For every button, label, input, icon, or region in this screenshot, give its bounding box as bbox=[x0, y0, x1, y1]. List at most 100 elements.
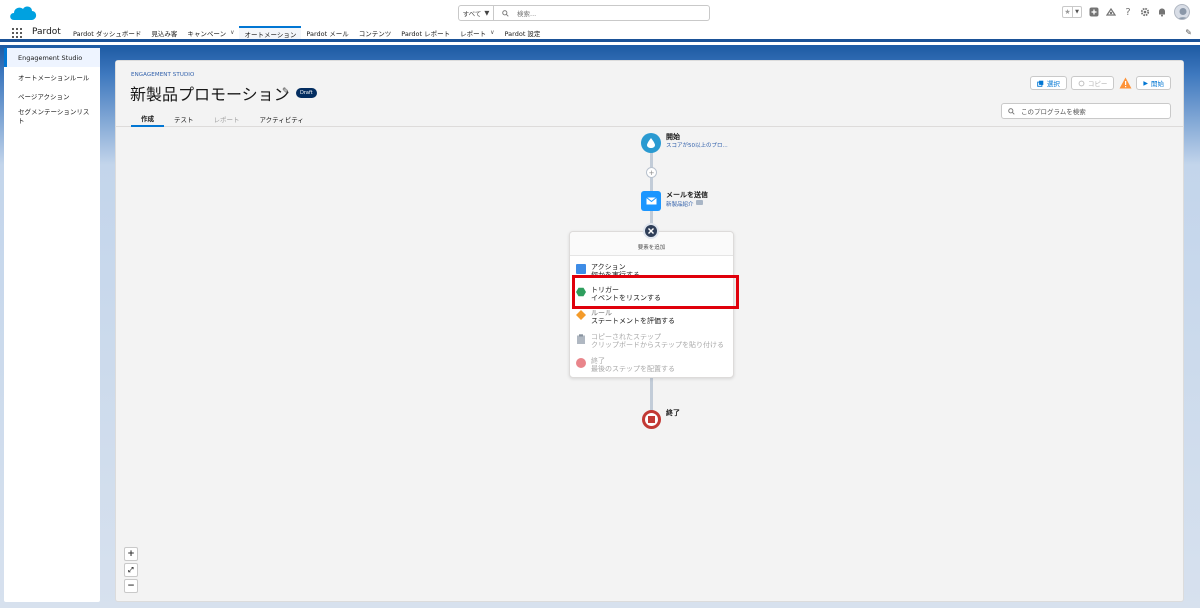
nav-item-label: キャンペーン bbox=[187, 29, 227, 38]
program-search-input[interactable]: このプログラムを検索 bbox=[1001, 103, 1171, 119]
rule-diamond-icon bbox=[576, 310, 586, 320]
nav-item-label: 見込み客 bbox=[151, 29, 178, 38]
page-eyebrow: ENGAGEMENT STUDIO bbox=[131, 72, 195, 78]
send-email-label: メールを送信 bbox=[666, 191, 708, 199]
status-badge: Draft bbox=[296, 88, 317, 98]
clipboard-icon bbox=[577, 334, 585, 344]
engagement-canvas[interactable]: + 開始 スコアが50以上のプロ... メールを送信 新製品紹介 要素を追加 ア… bbox=[116, 127, 1183, 603]
header-actions: 選択 コピー ▶ 開始 bbox=[1029, 76, 1171, 90]
nav-item-label: Pardot ダッシュボード bbox=[73, 29, 142, 38]
caret-down-icon: ▼ bbox=[484, 9, 490, 17]
trigger-highlight-box bbox=[572, 275, 739, 309]
program-tabs: 作成 テスト レポート アクティビティ bbox=[131, 111, 314, 127]
star-icon[interactable]: ★ bbox=[1063, 7, 1072, 17]
end-node-label: 終了 bbox=[666, 409, 680, 417]
nav-item-reports[interactable]: レポート ∨ bbox=[455, 26, 499, 39]
search-input[interactable]: 検索... bbox=[494, 5, 710, 21]
app-launcher-icon[interactable] bbox=[12, 28, 22, 38]
sidebar-item-automation-rules[interactable]: オートメーションルール bbox=[4, 67, 100, 86]
sidebar-item-label: ページアクション bbox=[18, 92, 70, 101]
nav-item-label: レポート bbox=[460, 29, 487, 38]
nav-item-automation[interactable]: オートメーション bbox=[239, 26, 302, 39]
program-search-placeholder: このプログラムを検索 bbox=[1021, 108, 1086, 116]
caret-down-icon[interactable]: ▼ bbox=[1072, 7, 1081, 17]
app-name: Pardot bbox=[32, 27, 61, 37]
user-avatar[interactable] bbox=[1174, 4, 1190, 20]
menu-item-title: ルール bbox=[591, 309, 612, 317]
help-icon[interactable]: ? bbox=[1123, 7, 1133, 18]
nav-item-content[interactable]: コンテンツ bbox=[354, 26, 397, 39]
nav-item-prospects[interactable]: 見込み客 bbox=[146, 26, 182, 39]
warning-icon[interactable] bbox=[1118, 76, 1132, 90]
menu-item-title: アクション bbox=[591, 263, 626, 271]
menu-item-copied-step[interactable]: コピーされたステップ クリップボードからステップを貼り付ける bbox=[576, 333, 724, 349]
nav-item-label: Pardot メール bbox=[306, 29, 349, 38]
play-icon: ▶ bbox=[1143, 79, 1148, 87]
edit-title-pencil-icon[interactable]: ✎ bbox=[282, 87, 290, 97]
search-icon bbox=[1008, 107, 1015, 115]
search-scope-select[interactable]: すべて ▼ bbox=[458, 5, 494, 21]
main-panel: ENGAGEMENT STUDIO 新製品プロモーション ✎ Draft 作成 … bbox=[115, 60, 1184, 602]
send-email-node[interactable] bbox=[641, 191, 661, 211]
avatar-icon bbox=[1177, 8, 1189, 19]
gear-icon[interactable] bbox=[1140, 7, 1150, 17]
zoom-out-button[interactable]: − bbox=[124, 579, 138, 593]
menu-item-desc: 最後のステップを配置する bbox=[591, 365, 675, 373]
start-node-sub: スコアが50以上のプロ... bbox=[666, 143, 728, 149]
nav-item-label: Pardot 設定 bbox=[504, 29, 541, 38]
nav-item-campaigns[interactable]: キャンペーン ∨ bbox=[182, 26, 239, 39]
tab-activity[interactable]: アクティビティ bbox=[250, 111, 314, 127]
nav-item-label: Pardot レポート bbox=[401, 29, 451, 38]
select-button[interactable]: 選択 bbox=[1029, 76, 1067, 90]
nav-item-label: オートメーション bbox=[244, 30, 297, 39]
sidebar-item-label: Engagement Studio bbox=[18, 53, 83, 62]
flow-connector bbox=[650, 378, 653, 414]
favorites-control[interactable]: ★ ▼ bbox=[1062, 6, 1082, 18]
tab-report[interactable]: レポート bbox=[204, 111, 250, 127]
tab-test[interactable]: テスト bbox=[164, 111, 204, 127]
drop-icon bbox=[647, 138, 655, 148]
sidebar-item-label: セグメンテーションリスト bbox=[18, 108, 90, 125]
sidebar-item-label: オートメーションルール bbox=[18, 73, 90, 82]
zoom-in-button[interactable]: + bbox=[124, 547, 138, 561]
edit-nav-pencil-icon[interactable]: ✎ bbox=[1185, 28, 1192, 37]
zoom-fit-button[interactable]: ⤢ bbox=[124, 563, 138, 577]
menu-item-desc: ステートメントを評価する bbox=[591, 317, 675, 325]
action-icon bbox=[576, 264, 586, 274]
chevron-down-icon[interactable]: ∨ bbox=[490, 29, 494, 36]
search-placeholder: 検索... bbox=[517, 10, 537, 18]
sidebar-item-engagement-studio[interactable]: Engagement Studio bbox=[4, 48, 100, 67]
global-search: すべて ▼ 検索... bbox=[458, 5, 710, 21]
add-step-plus-icon[interactable]: + bbox=[646, 167, 657, 178]
email-preview-icon[interactable] bbox=[696, 200, 703, 205]
zoom-controls: + ⤢ − bbox=[124, 547, 138, 593]
salesforce-logo-icon[interactable] bbox=[8, 3, 38, 23]
copy-button-label: コピー bbox=[1087, 80, 1108, 88]
trailhead-icon[interactable] bbox=[1106, 7, 1116, 17]
tab-build[interactable]: 作成 bbox=[131, 111, 164, 127]
menu-item-rule[interactable]: ルール ステートメントを評価する bbox=[576, 309, 675, 325]
nav-item-pardot-dashboard[interactable]: Pardot ダッシュボード bbox=[68, 26, 146, 39]
nav-item-pardot-settings[interactable]: Pardot 設定 bbox=[500, 26, 546, 39]
search-icon bbox=[502, 9, 509, 17]
select-button-label: 選択 bbox=[1046, 80, 1060, 88]
app-nav-bar: Pardot Pardot ダッシュボード 見込み客 キャンペーン ∨ オートメー… bbox=[0, 26, 1200, 42]
nav-item-pardot-email[interactable]: Pardot メール bbox=[301, 26, 353, 39]
page-header: ENGAGEMENT STUDIO 新製品プロモーション ✎ Draft 作成 … bbox=[116, 61, 1183, 127]
nav-item-pardot-reports[interactable]: Pardot レポート bbox=[396, 26, 455, 39]
close-add-menu-icon[interactable] bbox=[643, 223, 659, 239]
nav-item-label: コンテンツ bbox=[358, 29, 392, 38]
menu-item-title: 終了 bbox=[591, 357, 605, 365]
chevron-down-icon[interactable]: ∨ bbox=[230, 29, 234, 36]
sidebar-item-page-actions[interactable]: ページアクション bbox=[4, 86, 100, 105]
start-button[interactable]: ▶ 開始 bbox=[1136, 76, 1171, 90]
select-icon bbox=[1037, 80, 1044, 87]
menu-item-end[interactable]: 終了 最後のステップを配置する bbox=[576, 357, 675, 373]
sidebar-item-segmentation-lists[interactable]: セグメンテーションリスト bbox=[4, 105, 100, 129]
start-node[interactable] bbox=[641, 133, 661, 153]
global-actions-plus-icon[interactable] bbox=[1089, 7, 1099, 17]
end-node[interactable] bbox=[642, 410, 661, 429]
end-circle-icon bbox=[576, 358, 586, 368]
copy-button[interactable]: コピー bbox=[1070, 76, 1115, 90]
notification-bell-icon[interactable] bbox=[1157, 7, 1167, 17]
